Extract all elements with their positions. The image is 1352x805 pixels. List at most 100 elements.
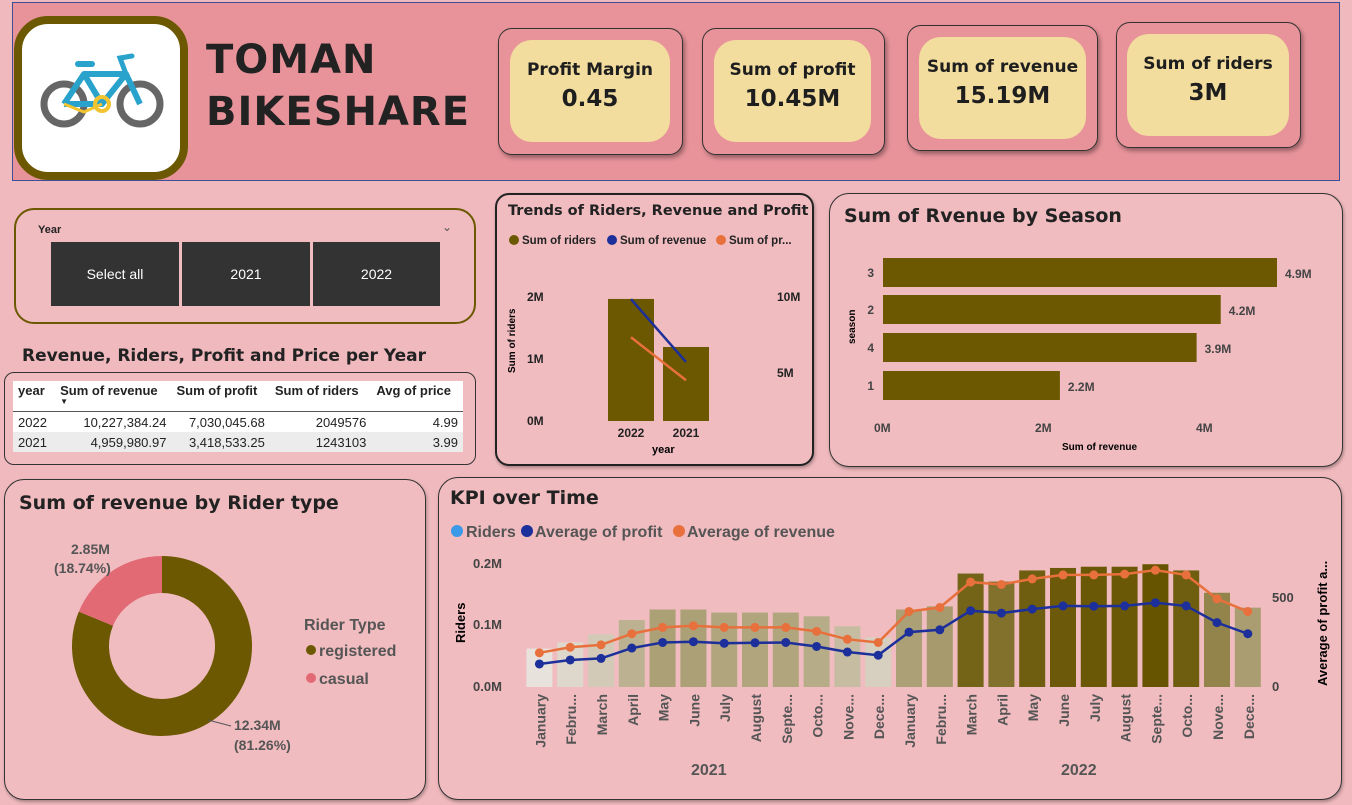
bar-2021[interactable]	[663, 346, 709, 421]
slicer-option-2021[interactable]: 2021	[182, 242, 310, 306]
y2-tick: 5M	[777, 366, 794, 380]
point[interactable]	[1027, 604, 1037, 614]
data-label: (81.26%)	[234, 737, 291, 753]
point[interactable]	[565, 655, 575, 665]
data-label: 4.2M	[1229, 304, 1256, 318]
bar-riders[interactable]	[1019, 570, 1046, 687]
point[interactable]	[873, 650, 883, 660]
point[interactable]	[1120, 569, 1130, 579]
kpi-label: Profit Margin	[526, 60, 654, 80]
slicer-option-select-all[interactable]: Select all	[51, 242, 179, 306]
point[interactable]	[750, 638, 760, 648]
point[interactable]	[750, 622, 760, 632]
x-group-label: 2022	[1061, 762, 1097, 779]
column-header[interactable]: Avg of price	[371, 381, 463, 412]
point[interactable]	[688, 637, 698, 647]
point[interactable]	[627, 629, 637, 639]
legend-label: Average of profit	[535, 524, 663, 541]
point[interactable]	[996, 579, 1006, 589]
kpi-label: Sum of riders	[1143, 54, 1273, 74]
brand-name: TOMAN BIKESHARE	[206, 34, 470, 138]
point[interactable]	[658, 637, 668, 647]
point[interactable]	[966, 577, 976, 587]
bar-riders[interactable]	[1050, 567, 1076, 687]
point[interactable]	[534, 648, 544, 658]
column-header[interactable]: year	[13, 381, 55, 412]
point[interactable]	[1150, 598, 1160, 608]
bar-riders[interactable]	[1204, 592, 1230, 687]
bar-riders[interactable]	[1080, 566, 1107, 687]
legend-marker	[306, 673, 316, 683]
bar-riders[interactable]	[1111, 566, 1138, 687]
point[interactable]	[935, 603, 945, 613]
point[interactable]	[1089, 570, 1099, 580]
point[interactable]	[534, 659, 544, 669]
point[interactable]	[1243, 629, 1253, 639]
point[interactable]	[1089, 601, 1099, 611]
point[interactable]	[966, 606, 976, 616]
slicer-option-2022[interactable]: 2022	[313, 242, 440, 306]
bar-riders[interactable]	[1142, 564, 1169, 687]
bar-season-3[interactable]	[883, 258, 1277, 287]
point[interactable]	[1181, 570, 1191, 580]
x-tick: Octo...	[1179, 694, 1195, 738]
chevron-down-icon[interactable]: ⌄	[442, 220, 452, 234]
point[interactable]	[1120, 601, 1130, 611]
bar-riders[interactable]	[1234, 607, 1261, 687]
point[interactable]	[1181, 601, 1191, 611]
legend-marker	[673, 525, 685, 537]
bar-riders[interactable]	[988, 581, 1015, 687]
point[interactable]	[1027, 574, 1037, 584]
point[interactable]	[996, 608, 1006, 618]
x-group-label: 2021	[691, 762, 727, 779]
x-tick: Octo...	[810, 694, 826, 738]
point[interactable]	[565, 642, 575, 652]
point[interactable]	[719, 622, 729, 632]
y2-axis-label: Average of profit a...	[1315, 561, 1330, 686]
bar-riders[interactable]	[926, 606, 953, 687]
point[interactable]	[812, 626, 822, 636]
table-cell: 3,418,533.25	[188, 434, 265, 450]
bar-season-2[interactable]	[883, 295, 1221, 324]
point[interactable]	[842, 647, 852, 657]
bar-season-1[interactable]	[883, 371, 1060, 400]
point[interactable]	[812, 641, 822, 651]
y-axis-label: Riders	[453, 603, 468, 643]
bar-riders[interactable]	[649, 609, 676, 688]
point[interactable]	[781, 622, 791, 632]
x-tick: January	[902, 694, 918, 748]
point[interactable]	[1058, 601, 1068, 611]
point[interactable]	[904, 627, 914, 637]
point[interactable]	[1212, 618, 1222, 628]
column-header[interactable]: Sum of riders	[270, 381, 372, 412]
point[interactable]	[1058, 570, 1068, 580]
point[interactable]	[719, 638, 729, 648]
point[interactable]	[596, 640, 606, 650]
point[interactable]	[904, 606, 914, 616]
point[interactable]	[935, 625, 945, 635]
bar-riders[interactable]	[1173, 570, 1200, 687]
point[interactable]	[596, 653, 606, 663]
point[interactable]	[1243, 606, 1253, 616]
x-axis-label: Sum of revenue	[1062, 442, 1137, 453]
season-chart: season 3 4.9M 2 4.2M 4 3.9M 1 2.2M 0M 2M 4M Sum…	[847, 258, 1312, 453]
rider-type-donut: 2.85M (18.74%) 12.34M (81.26%) Rider Typ…	[54, 541, 396, 753]
legend-label: Sum of riders	[522, 235, 596, 247]
x-tick: March	[964, 694, 980, 735]
y2-tick: 0	[1272, 679, 1279, 694]
point[interactable]	[688, 621, 698, 631]
brand-line-2: BIKESHARE	[206, 89, 471, 135]
point[interactable]	[658, 622, 668, 632]
table-cell: 3.99	[432, 434, 458, 450]
column-header[interactable]: Sum of profit	[171, 381, 269, 412]
bar-season-4[interactable]	[883, 333, 1197, 362]
point[interactable]	[842, 634, 852, 644]
point[interactable]	[627, 643, 637, 653]
point[interactable]	[1212, 594, 1222, 604]
bar-riders[interactable]	[680, 609, 707, 688]
legend-marker	[607, 235, 617, 245]
point[interactable]	[781, 637, 791, 647]
point[interactable]	[1150, 565, 1160, 575]
column-header-sorted[interactable]: Sum of revenue ▼	[55, 381, 171, 412]
point[interactable]	[873, 637, 883, 647]
